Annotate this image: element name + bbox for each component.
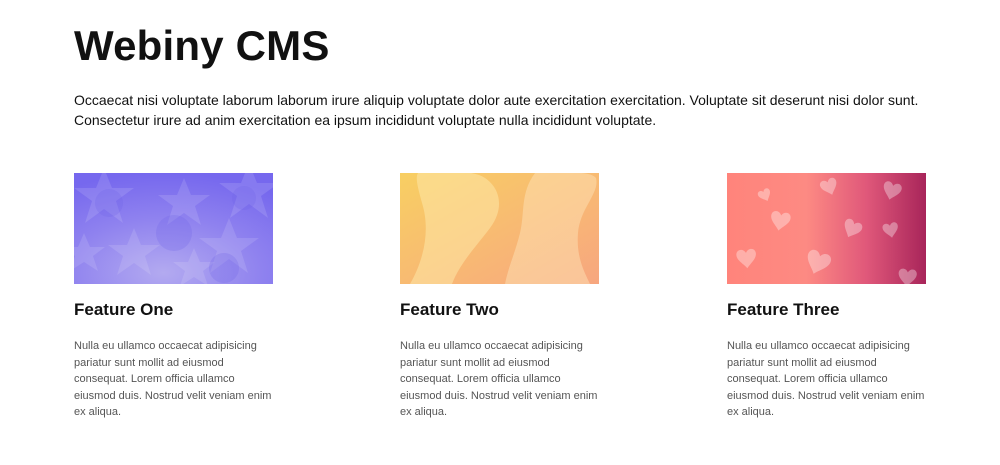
waves-pattern-image: [400, 173, 599, 284]
intro-paragraph: Occaecat nisi voluptate laborum laborum …: [74, 92, 919, 128]
feature-description: Nulla eu ullamco occaecat adipisicing pa…: [74, 340, 272, 418]
feature-title: Feature Three: [727, 300, 840, 319]
feature-card-three: Feature Three Nulla eu ullamco occaecat …: [727, 173, 926, 418]
hearts-pattern-image: [727, 173, 926, 284]
feature-card-one: Feature One Nulla eu ullamco occaecat ad…: [74, 173, 273, 418]
feature-description: Nulla eu ullamco occaecat adipisicing pa…: [727, 340, 925, 418]
page-title: Webiny CMS: [74, 22, 330, 69]
feature-description: Nulla eu ullamco occaecat adipisicing pa…: [400, 340, 598, 418]
feature-card-two: Feature Two Nulla eu ullamco occaecat ad…: [400, 173, 599, 418]
stars-pattern-image: [74, 173, 273, 284]
feature-title: Feature Two: [400, 300, 499, 319]
feature-title: Feature One: [74, 300, 174, 319]
features-grid: Feature One Nulla eu ullamco occaecat ad…: [74, 173, 926, 433]
